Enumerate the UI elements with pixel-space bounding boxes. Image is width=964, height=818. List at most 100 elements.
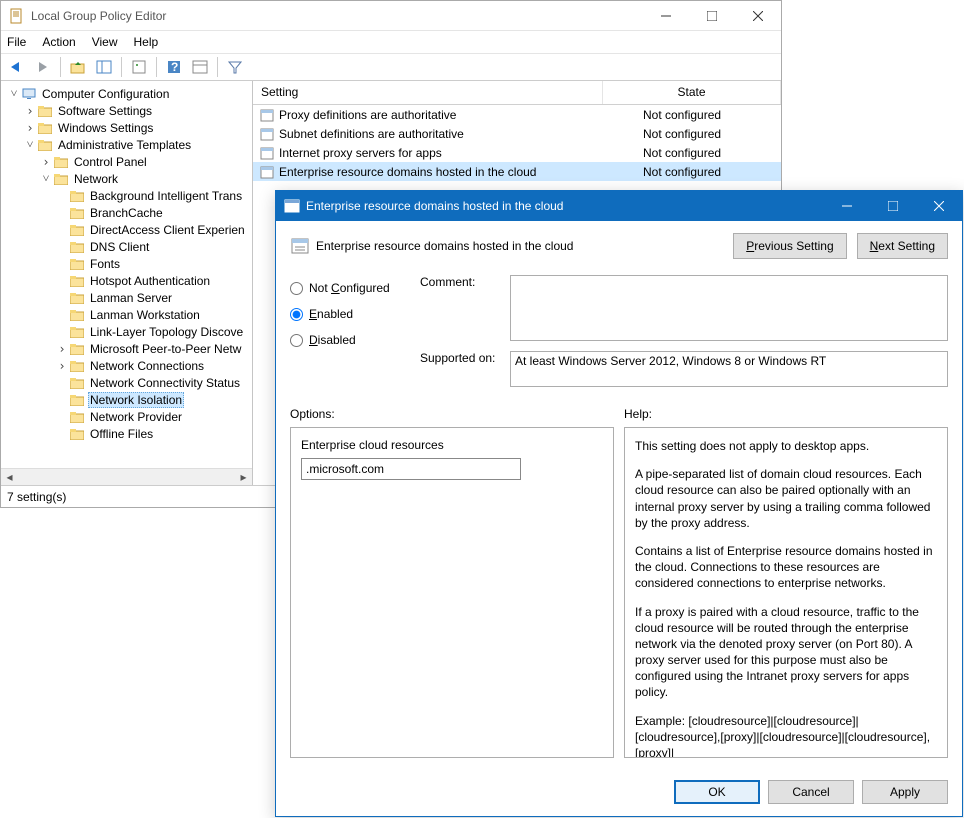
tree-item[interactable]: BranchCache <box>55 204 252 221</box>
tree-item[interactable]: Lanman Server <box>55 289 252 306</box>
options-label: Options: <box>290 407 614 421</box>
dialog-minimize-button[interactable] <box>824 191 870 221</box>
show-hide-tree-button[interactable] <box>92 56 116 78</box>
tree-pane: ˅ Computer Configuration ›Software Setti… <box>1 81 253 485</box>
tree-control-panel[interactable]: ›Control Panel <box>39 153 252 170</box>
help-pane: Help: This setting does not apply to des… <box>624 407 948 758</box>
policy-dialog: Enterprise resource domains hosted in th… <box>275 190 963 817</box>
main-window-title: Local Group Policy Editor <box>31 9 643 23</box>
radio-not-configured[interactable]: Not Configured <box>290 275 420 301</box>
policy-tree[interactable]: ˅ Computer Configuration ›Software Setti… <box>1 81 252 468</box>
app-icon <box>9 8 25 24</box>
tree-network[interactable]: ˅Network <box>39 170 252 187</box>
dialog-close-button[interactable] <box>916 191 962 221</box>
menu-action[interactable]: Action <box>42 35 75 49</box>
tree-software-settings[interactable]: ›Software Settings <box>23 102 252 119</box>
extended-view-button[interactable] <box>188 56 212 78</box>
filter-button[interactable] <box>223 56 247 78</box>
column-setting[interactable]: Setting <box>253 81 603 104</box>
menu-help[interactable]: Help <box>134 35 159 49</box>
setting-icon <box>259 107 275 123</box>
ok-button[interactable]: OK <box>674 780 760 804</box>
maximize-button[interactable] <box>689 1 735 31</box>
toolbar: ? <box>1 53 781 81</box>
minimize-button[interactable] <box>643 1 689 31</box>
tree-admin-templates[interactable]: ˅Administrative Templates <box>23 136 252 153</box>
folder-icon <box>69 359 85 373</box>
status-text: 7 setting(s) <box>7 490 66 504</box>
folder-icon <box>69 223 85 237</box>
up-folder-button[interactable] <box>66 56 90 78</box>
dialog-title: Enterprise resource domains hosted in th… <box>306 199 824 213</box>
folder-icon <box>69 410 85 424</box>
menu-view[interactable]: View <box>92 35 118 49</box>
setting-icon <box>259 126 275 142</box>
tree-item[interactable]: Link-Layer Topology Discove <box>55 323 252 340</box>
tree-item[interactable]: Background Intelligent Trans <box>55 187 252 204</box>
list-row[interactable]: Enterprise resource domains hosted in th… <box>253 162 781 181</box>
folder-icon <box>69 376 85 390</box>
scroll-right-icon[interactable]: ▸ <box>235 469 252 486</box>
supported-field: At least Windows Server 2012, Windows 8 … <box>510 351 948 387</box>
computer-icon <box>21 87 37 101</box>
tree-item[interactable]: DNS Client <box>55 238 252 255</box>
next-setting-button[interactable]: Next Setting <box>857 233 948 259</box>
close-button[interactable] <box>735 1 781 31</box>
main-titlebar[interactable]: Local Group Policy Editor <box>1 1 781 31</box>
svg-text:?: ? <box>171 60 178 74</box>
tree-item[interactable]: ›Network Connections <box>55 357 252 374</box>
folder-icon <box>69 342 85 356</box>
folder-icon <box>69 393 85 407</box>
back-button[interactable] <box>5 56 29 78</box>
comment-field[interactable] <box>510 275 948 341</box>
list-row[interactable]: Internet proxy servers for appsNot confi… <box>253 143 781 162</box>
tree-item[interactable]: Network Isolation <box>55 391 252 408</box>
folder-icon <box>69 206 85 220</box>
previous-setting-button[interactable]: Previous Setting <box>733 233 846 259</box>
dialog-maximize-button[interactable] <box>870 191 916 221</box>
tree-horizontal-scrollbar[interactable]: ◂ ▸ <box>1 468 252 485</box>
tree-item[interactable]: DirectAccess Client Experien <box>55 221 252 238</box>
folder-icon <box>69 240 85 254</box>
folder-icon <box>37 121 53 135</box>
menubar: File Action View Help <box>1 31 781 53</box>
list-row[interactable]: Subnet definitions are authoritativeNot … <box>253 124 781 143</box>
dialog-titlebar[interactable]: Enterprise resource domains hosted in th… <box>276 191 962 221</box>
radio-disabled[interactable]: Disabled <box>290 327 420 353</box>
scroll-left-icon[interactable]: ◂ <box>1 469 18 486</box>
tree-item[interactable]: Fonts <box>55 255 252 272</box>
forward-button[interactable] <box>31 56 55 78</box>
folder-icon <box>69 274 85 288</box>
menu-file[interactable]: File <box>7 35 26 49</box>
dialog-icon <box>284 198 300 214</box>
folder-icon <box>53 155 69 169</box>
folder-icon <box>37 138 53 152</box>
radio-enabled[interactable]: Enabled <box>290 301 420 327</box>
folder-icon <box>37 104 53 118</box>
column-state[interactable]: State <box>603 81 781 104</box>
list-row[interactable]: Proxy definitions are authoritativeNot c… <box>253 105 781 124</box>
tree-item[interactable]: Offline Files <box>55 425 252 442</box>
folder-icon <box>69 257 85 271</box>
tree-root[interactable]: ˅ Computer Configuration <box>7 85 252 102</box>
state-radio-group: Not Configured Enabled Disabled <box>290 275 420 397</box>
properties-button[interactable] <box>127 56 151 78</box>
help-button[interactable]: ? <box>162 56 186 78</box>
cancel-button[interactable]: Cancel <box>768 780 854 804</box>
tree-item[interactable]: Lanman Workstation <box>55 306 252 323</box>
policy-icon <box>290 236 310 256</box>
setting-icon <box>259 164 275 180</box>
tree-item[interactable]: Network Provider <box>55 408 252 425</box>
enterprise-cloud-resources-input[interactable] <box>301 458 521 480</box>
tree-item[interactable]: ›Microsoft Peer-to-Peer Netw <box>55 340 252 357</box>
options-pane: Options: Enterprise cloud resources <box>290 407 614 758</box>
help-text[interactable]: This setting does not apply to desktop a… <box>624 427 948 758</box>
tree-windows-settings[interactable]: ›Windows Settings <box>23 119 252 136</box>
folder-icon <box>69 189 85 203</box>
folder-icon <box>69 427 85 441</box>
tree-item[interactable]: Network Connectivity Status <box>55 374 252 391</box>
option-field-label: Enterprise cloud resources <box>301 438 603 452</box>
supported-label: Supported on: <box>420 351 510 365</box>
apply-button[interactable]: Apply <box>862 780 948 804</box>
tree-item[interactable]: Hotspot Authentication <box>55 272 252 289</box>
